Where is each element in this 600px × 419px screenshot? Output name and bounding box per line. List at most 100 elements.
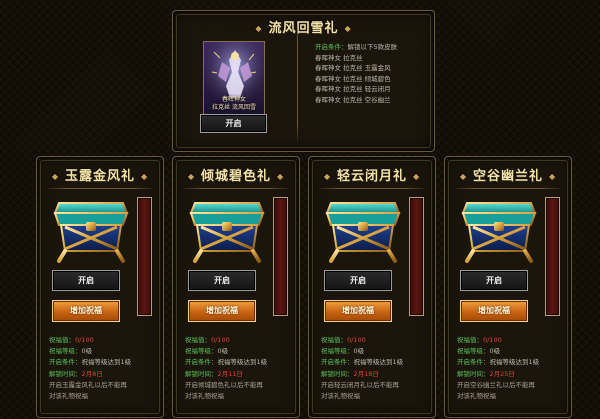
open-gift-button[interactable]: 开启 — [324, 270, 392, 291]
gift-title-text: 倾城碧色礼 — [200, 169, 271, 184]
bless-value-label: 祝福值： — [185, 336, 211, 344]
treasure-chest-icon — [459, 189, 539, 265]
unlock-time: 2月11日 — [217, 369, 243, 378]
bless-level-row: 祝福等级：0级 — [457, 346, 571, 357]
gift-description-line-2: 对该礼物祝福 — [49, 392, 88, 401]
add-blessing-button[interactable]: 增加祝福 — [52, 300, 120, 322]
gift-title-text: 轻云闭月礼 — [336, 169, 407, 184]
caption-line-2: 拉克丝 流风回雪 — [212, 104, 256, 111]
gift-description-line-2: 对该礼物祝福 — [457, 392, 496, 401]
bless-value: 0/100 — [483, 336, 502, 344]
bless-level: 0级 — [489, 347, 501, 356]
add-blessing-button[interactable]: 增加祝福 — [188, 300, 256, 322]
unlock-time-row: 解锁时间：2月8日 — [49, 369, 163, 380]
unlock-conditions-list: 开启条件：解锁以下5款皮肤 春晖神女 拉克丝 春晖神女 拉克丝 玉露金风 春晖神… — [315, 42, 397, 106]
bless-value: 0/100 — [75, 336, 94, 344]
bless-level: 0级 — [81, 347, 93, 356]
open-cond: 祝福等级达到1级 — [489, 358, 540, 367]
blessing-progress-bar — [137, 197, 152, 316]
gift-title: ◆ 玉露金风礼 ◆ — [37, 165, 163, 184]
bless-level-row: 祝福等级：0级 — [49, 346, 163, 357]
open-gift-button[interactable]: 开启 — [52, 270, 120, 291]
open-cond: 祝福等级达到1级 — [217, 358, 268, 367]
bless-value-row: 祝福值：0/100 — [49, 335, 163, 346]
unlock-time: 2月25日 — [489, 369, 515, 378]
treasure-chest-icon — [323, 189, 403, 265]
bless-level-label: 祝福等级： — [457, 347, 490, 356]
gift-card: ◆ 倾城碧色礼 ◆ 开启 增加祝福 祝福值：0/100 祝福等级：0级 开启条件… — [172, 156, 300, 418]
gift-card: ◆ 空谷幽兰礼 ◆ 开启 增加祝福 祝福值：0/100 祝福等级：0级 开启条件… — [444, 156, 572, 418]
featured-open-button[interactable]: 开启 — [200, 114, 267, 133]
gift-description-line-2: 对该礼物祝福 — [185, 392, 224, 401]
condition-value: 春晖神女 拉克丝 轻云闭月 — [315, 85, 391, 94]
gift-info: 祝福值：0/100 祝福等级：0级 开启条件：祝福等级达到1级 解锁时间：2月8… — [49, 335, 163, 402]
diamond-dot-icon: ◆ — [413, 172, 421, 181]
add-blessing-button[interactable]: 增加祝福 — [460, 300, 528, 322]
bless-level: 0级 — [353, 347, 365, 356]
open-cond-label: 开启条件： — [49, 358, 82, 367]
open-cond-label: 开启条件： — [321, 358, 354, 367]
gift-description-line-2: 对该礼物祝福 — [321, 392, 360, 401]
open-gift-button[interactable]: 开启 — [188, 270, 256, 291]
caption-line-1: 春晖神女 — [221, 96, 246, 103]
gift-title-text: 空谷幽兰礼 — [472, 169, 543, 184]
treasure-chest-icon — [187, 189, 267, 265]
condition-row: 春晖神女 拉克丝 空谷幽兰 — [315, 95, 397, 106]
blessing-progress-bar — [409, 197, 424, 316]
diamond-dot-icon: ◆ — [549, 172, 557, 181]
skin-portrait-image: 春晖神女 拉克丝 流风回雪 — [203, 41, 265, 115]
open-cond-row: 开启条件：祝福等级达到1级 — [457, 357, 571, 368]
diamond-dot-icon: ◆ — [51, 172, 59, 181]
gift-info: 祝福值：0/100 祝福等级：0级 开启条件：祝福等级达到1级 解锁时间：2月2… — [457, 335, 571, 402]
condition-value: 春晖神女 拉克丝 — [315, 53, 363, 62]
diamond-dot-icon: ◆ — [255, 24, 263, 33]
diamond-dot-icon: ◆ — [459, 172, 467, 181]
bless-level-label: 祝福等级： — [321, 347, 354, 356]
gift-info: 祝福值：0/100 祝福等级：0级 开启条件：祝福等级达到1级 解锁时间：2月1… — [321, 335, 435, 402]
open-cond-row: 开启条件：祝福等级达到1级 — [321, 357, 435, 368]
open-gift-button[interactable]: 开启 — [460, 270, 528, 291]
condition-value: 春晖神女 拉克丝 倾城碧色 — [315, 74, 391, 83]
unlock-time-row: 解锁时间：2月11日 — [185, 369, 299, 380]
open-cond-row: 开启条件：祝福等级达到1级 — [49, 357, 163, 368]
bless-value: 0/100 — [211, 336, 230, 344]
gift-info: 祝福值：0/100 祝福等级：0级 开启条件：祝福等级达到1级 解锁时间：2月1… — [185, 335, 299, 402]
condition-label: 开启条件： — [315, 43, 348, 51]
unlock-time-row: 解锁时间：2月18日 — [321, 369, 435, 380]
treasure-chest-icon — [51, 189, 131, 265]
bless-value-row: 祝福值：0/100 — [457, 335, 571, 346]
diamond-dot-icon: ◆ — [277, 172, 285, 181]
condition-row: 开启条件：解锁以下5款皮肤 — [315, 42, 397, 53]
gift-title: ◆ 轻云闭月礼 ◆ — [309, 165, 435, 184]
condition-row: 春晖神女 拉克丝 — [315, 53, 397, 64]
condition-value: 春晖神女 拉克丝 玉露金风 — [315, 64, 391, 73]
gift-title: ◆ 倾城碧色礼 ◆ — [173, 165, 299, 184]
unlock-time-label: 解锁时间： — [457, 369, 490, 378]
bless-value-row: 祝福值：0/100 — [321, 335, 435, 346]
add-blessing-button[interactable]: 增加祝福 — [324, 300, 392, 322]
condition-value: 解锁以下5款皮肤 — [347, 43, 398, 51]
diamond-dot-icon: ◆ — [141, 172, 149, 181]
bless-value-label: 祝福值： — [49, 336, 75, 344]
gift-description-line-1: 开启倾城碧色礼以后不能再 — [185, 380, 263, 389]
blessing-progress-bar — [545, 197, 560, 316]
gift-title: ◆ 空谷幽兰礼 ◆ — [445, 165, 571, 184]
open-cond-label: 开启条件： — [457, 358, 490, 367]
condition-row: 春晖神女 拉克丝 倾城碧色 — [315, 74, 397, 85]
gift-title-text: 玉露金风礼 — [64, 169, 135, 184]
open-cond-label: 开启条件： — [185, 358, 218, 367]
featured-gift-panel: ◆ 流风回雪礼 ◆ 春晖神女 拉克丝 流风回雪 开启 开启条件：解锁以下5款皮肤 春… — [172, 10, 435, 152]
bless-value-label: 祝福值： — [457, 336, 483, 344]
bless-value: 0/100 — [347, 336, 366, 344]
bless-value-label: 祝福值： — [321, 336, 347, 344]
unlock-time-label: 解锁时间： — [49, 369, 82, 378]
gift-description-line-1: 开启轻云闭月礼以后不能再 — [321, 380, 399, 389]
condition-value: 春晖神女 拉克丝 空谷幽兰 — [315, 95, 391, 104]
bless-level-label: 祝福等级： — [49, 347, 82, 356]
unlock-time-label: 解锁时间： — [185, 369, 218, 378]
diamond-dot-icon: ◆ — [323, 172, 331, 181]
bless-level-row: 祝福等级：0级 — [321, 346, 435, 357]
open-cond: 祝福等级达到1级 — [353, 358, 404, 367]
blessing-progress-bar — [273, 197, 288, 316]
panel-divider — [297, 21, 298, 143]
